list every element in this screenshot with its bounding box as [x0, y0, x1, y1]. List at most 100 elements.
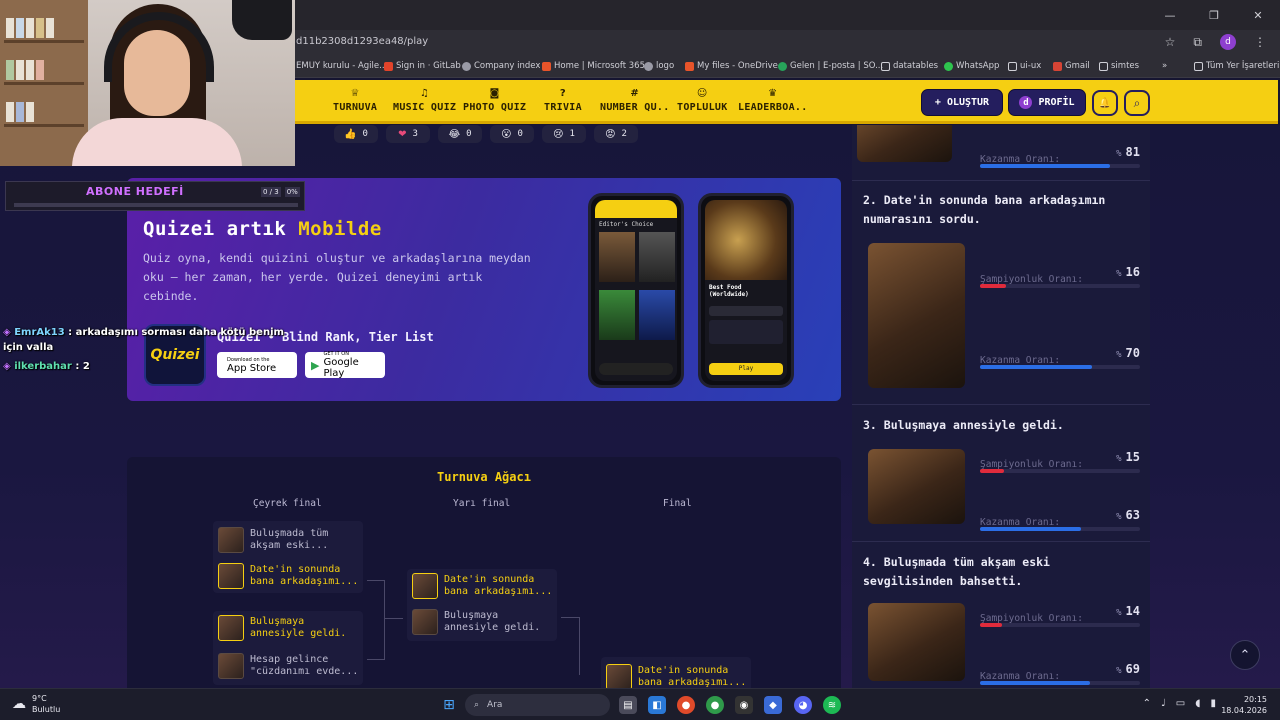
bracket-entry[interactable]: Buluşmada tüm akşam eski...	[218, 527, 363, 553]
nav-leaderboard[interactable]: ♛ LEADERBOA..	[738, 88, 808, 113]
bookmark-folder[interactable]: simtes	[1099, 61, 1139, 71]
app-store-button[interactable]: Download on the App Store	[217, 352, 297, 378]
taskbar-search[interactable]: ⌕ Ara	[465, 694, 610, 716]
discord-icon[interactable]: ◕	[794, 696, 812, 714]
bracket-column-final: Final	[663, 498, 692, 509]
nav-music-quiz[interactable]: ♫ MUSIC QUIZ	[393, 88, 456, 113]
phone-mockup-list: Editor's Choice	[588, 193, 684, 388]
bookmark-item[interactable]: logo	[644, 61, 674, 71]
create-button[interactable]: + OLUŞTUR	[921, 89, 1003, 116]
nav-topluluk[interactable]: ☺ TOPLULUK	[677, 88, 728, 113]
ranking-item[interactable]: 4. Buluşmada tüm akşam eski sevgilisinde…	[863, 553, 1141, 688]
volume-icon[interactable]: ◖	[1195, 698, 1200, 709]
search-icon: ⌕	[1133, 95, 1141, 110]
reaction-angry-button[interactable]: 😡 2	[594, 125, 638, 143]
chevron-up-icon: ⌃	[1239, 647, 1251, 663]
hash-icon: #	[630, 88, 640, 99]
bracket-entry[interactable]: Hesap gelince "cüzdanımı evde...	[218, 653, 363, 679]
nav-number-quiz[interactable]: # NUMBER QU..	[600, 88, 670, 113]
url-field[interactable]: d11b2308d1293ea48/play	[296, 36, 428, 47]
music-icon: ♫	[419, 88, 430, 99]
window-controls: — ❐ ✕	[1148, 0, 1280, 30]
ranking-item[interactable]: 3. Buluşmaya annesiyle geldi. Şampiyonlu…	[863, 416, 1141, 531]
spotify-icon[interactable]: ≋	[823, 696, 841, 714]
folder-icon	[1008, 61, 1017, 71]
bracket-connector	[579, 617, 580, 675]
chevron-up-icon[interactable]: ⌃	[1143, 698, 1151, 709]
scroll-to-top-button[interactable]: ⌃	[1230, 640, 1260, 670]
bookmark-folder[interactable]: ui-ux	[1008, 61, 1041, 71]
nav-trivia[interactable]: ? TRIVIA	[544, 88, 582, 113]
task-view-icon[interactable]: ▤	[619, 696, 637, 714]
folder-icon	[1194, 61, 1203, 71]
nav-photo-quiz[interactable]: ◙ PHOTO QUIZ	[463, 88, 526, 113]
gitlab-icon	[384, 61, 393, 71]
weather-widget[interactable]: ☁ 9°C Bulutlu	[12, 693, 60, 715]
bracket-entry-winner[interactable]: Date'in sonunda bana arkadaşımı...	[412, 573, 557, 599]
bookmark-item[interactable]: Sign in · GitLab	[384, 61, 461, 71]
reaction-laugh-button[interactable]: 😂 0	[438, 125, 482, 143]
entry-thumbnail	[218, 615, 244, 641]
bookmarks-overflow[interactable]: »	[1162, 61, 1167, 71]
search-icon: ⌕	[474, 700, 480, 710]
reaction-love-button[interactable]: ❤ 3	[386, 125, 430, 143]
all-bookmarks-folder[interactable]: Tüm Yer İşaretleri	[1194, 61, 1279, 71]
network-icon[interactable]: ▭	[1176, 698, 1185, 709]
win-rate-bar	[980, 365, 1140, 369]
ranking-image[interactable]	[868, 449, 965, 524]
bookmark-item[interactable]: EMUY kurulu - Agile...	[296, 61, 387, 71]
reaction-wow-button[interactable]: 😮 0	[490, 125, 534, 143]
battery-icon[interactable]: ▮	[1210, 698, 1216, 709]
notification-bell-button[interactable]: 🔔	[1092, 90, 1118, 116]
bookmark-item[interactable]: WhatsApp	[944, 61, 999, 71]
bracket-entry-winner[interactable]: Buluşmaya annesiyle geldi.	[218, 615, 363, 641]
extensions-icon[interactable]: ⧉	[1193, 35, 1202, 50]
chat-username: EmrAk13	[14, 327, 65, 338]
chrome-icon[interactable]: ●	[677, 696, 695, 714]
win-rate-bar	[980, 527, 1140, 531]
microsoft-icon	[685, 61, 694, 71]
phone-mockup-detail: Best Food (Worldwide) Play	[698, 193, 794, 388]
ranking-item[interactable]: 2. Date'in sonunda bana arkadaşımın numa…	[863, 191, 1141, 391]
bookmark-folder[interactable]: datatables	[881, 61, 938, 71]
bookmark-star-icon[interactable]: ☆	[1165, 35, 1176, 49]
store-icon[interactable]: ◧	[648, 696, 666, 714]
chrome-profile-icon[interactable]: ●	[706, 696, 724, 714]
search-button[interactable]: ⌕	[1124, 90, 1150, 116]
start-button[interactable]: ⊞	[440, 696, 458, 714]
nav-turnuva[interactable]: ♕ TURNUVA	[333, 88, 377, 113]
bracket-column-semi: Yarı final	[453, 498, 511, 509]
reaction-like-button[interactable]: 👍 0	[334, 125, 378, 143]
microphone-icon[interactable]: ♩	[1161, 698, 1166, 709]
bookmark-item[interactable]: Company index	[462, 61, 540, 71]
browser-menu-icon[interactable]: ⋮	[1254, 35, 1266, 49]
bracket-entry[interactable]: Buluşmaya annesiyle geldi.	[412, 609, 557, 635]
ranking-image[interactable]	[857, 125, 952, 162]
webcam-overlay	[0, 0, 295, 166]
win-rate-bar	[980, 681, 1140, 685]
ranking-image[interactable]	[868, 603, 965, 681]
ranking-image[interactable]	[868, 243, 965, 388]
reaction-sad-button[interactable]: 😢 1	[542, 125, 586, 143]
google-play-button[interactable]: ▶ GET IT ON Google Play	[305, 351, 385, 379]
taskbar-clock[interactable]: 20:15 18.04.2026	[1221, 694, 1267, 716]
bookmark-item[interactable]: Gelen | E-posta | SO...	[778, 61, 883, 71]
bookmark-item[interactable]: Home | Microsoft 365	[542, 61, 645, 71]
profile-button[interactable]: d PROFİL	[1008, 89, 1086, 116]
bookmark-item[interactable]: My files - OneDrive	[685, 61, 778, 71]
github-icon[interactable]: ◉	[735, 696, 753, 714]
browser-profile-avatar[interactable]: d	[1220, 34, 1236, 50]
bracket-entry-winner[interactable]: Date'in sonunda bana arkadaşımı...	[218, 563, 363, 589]
maximize-button[interactable]: ❐	[1192, 0, 1236, 30]
bell-icon: 🔔	[1098, 97, 1112, 109]
bookmark-item[interactable]: Gmail	[1053, 61, 1090, 71]
app-icon[interactable]: ◆	[764, 696, 782, 714]
globe-icon	[644, 61, 653, 71]
win-rate-bar	[980, 164, 1140, 168]
bracket-entry-winner[interactable]: Date'in sonunda bana arkadaşımı...	[606, 664, 751, 690]
sad-icon: 😢	[553, 128, 564, 140]
close-button[interactable]: ✕	[1236, 0, 1280, 30]
entry-thumbnail	[218, 563, 244, 589]
minimize-button[interactable]: —	[1148, 0, 1192, 30]
promo-title: Quizei artık Mobilde	[143, 218, 382, 240]
